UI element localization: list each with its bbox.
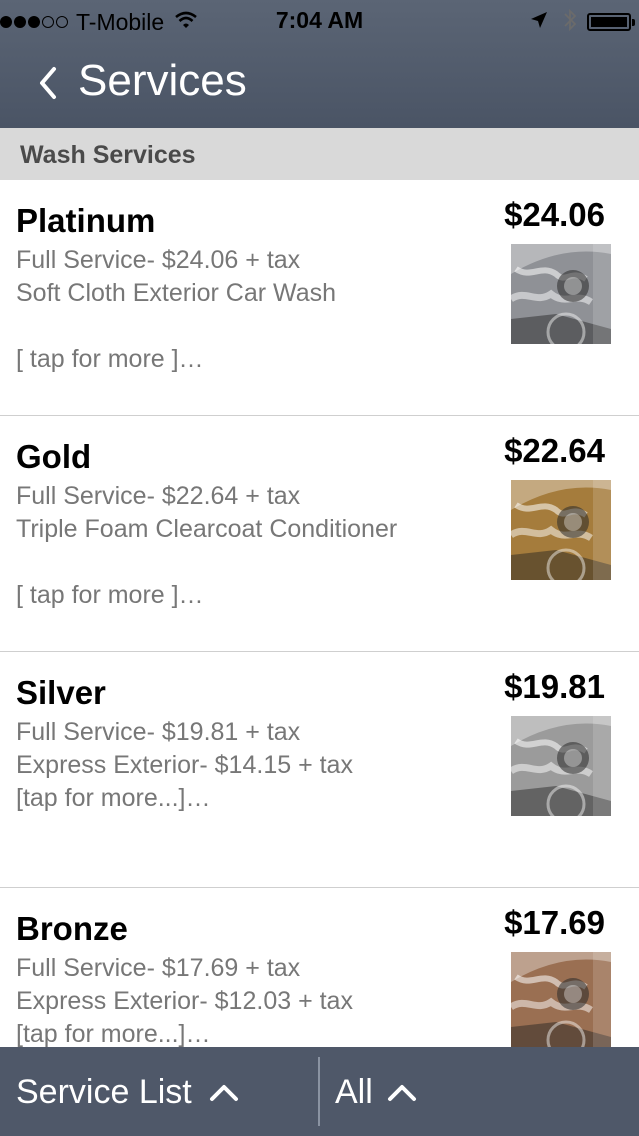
service-thumbnail bbox=[511, 716, 611, 816]
navigation-bar: Services bbox=[0, 42, 639, 128]
battery-icon bbox=[587, 13, 635, 31]
service-price: $17.69 bbox=[504, 904, 605, 941]
service-description-line: Soft Cloth Exterior Car Wash bbox=[16, 279, 337, 307]
service-thumbnail bbox=[511, 244, 611, 344]
service-price: $22.64 bbox=[504, 432, 605, 469]
service-description-line: Full Service- $24.06 + tax bbox=[16, 246, 301, 274]
service-name: Silver bbox=[16, 674, 106, 711]
service-description-line: Triple Foam Clearcoat Conditioner bbox=[16, 515, 398, 543]
back-button[interactable] bbox=[30, 58, 70, 108]
status-bar: T-Mobile 7:04 AM bbox=[0, 0, 639, 42]
chevron-up-icon bbox=[210, 1085, 238, 1101]
service-description-line: Full Service- $19.81 + tax bbox=[16, 718, 301, 746]
location-arrow-icon bbox=[529, 10, 549, 35]
service-name: Platinum bbox=[16, 202, 156, 239]
tap-for-more-link[interactable]: [ tap for more ]… bbox=[16, 345, 204, 374]
chevron-up-icon bbox=[388, 1085, 416, 1101]
bottom-toolbar: Service List All bbox=[0, 1047, 639, 1136]
service-description-line: Full Service- $17.69 + tax bbox=[16, 954, 301, 982]
service-thumbnail bbox=[511, 952, 611, 1052]
service-item-silver[interactable]: Silver $19.81 Full Service- $19.81 + tax… bbox=[0, 652, 639, 888]
service-description-line: Express Exterior- $12.03 + tax bbox=[16, 987, 353, 1015]
service-list-button[interactable]: Service List bbox=[0, 1047, 318, 1136]
tap-for-more-link[interactable]: [tap for more...]… bbox=[16, 1020, 211, 1049]
service-name: Gold bbox=[16, 438, 92, 475]
category-filter-button[interactable]: All bbox=[320, 1047, 639, 1136]
top-bar: T-Mobile 7:04 AM Services bbox=[0, 0, 639, 128]
tap-for-more-link[interactable]: [ tap for more ]… bbox=[16, 581, 204, 610]
chevron-left-icon bbox=[40, 67, 56, 99]
section-title: Wash Services bbox=[20, 141, 196, 169]
service-thumbnail bbox=[511, 480, 611, 580]
service-name: Bronze bbox=[16, 910, 128, 947]
service-item-gold[interactable]: Gold $22.64 Full Service- $22.64 + tax T… bbox=[0, 416, 639, 652]
service-price: $19.81 bbox=[504, 668, 605, 705]
page-title: Services bbox=[78, 56, 247, 105]
service-item-platinum[interactable]: Platinum $24.06 Full Service- $24.06 + t… bbox=[0, 180, 639, 416]
service-description-line: Full Service- $22.64 + tax bbox=[16, 482, 301, 510]
tap-for-more-link[interactable]: [tap for more...]… bbox=[16, 784, 211, 813]
service-description-line: Express Exterior- $14.15 + tax bbox=[16, 751, 353, 779]
bluetooth-icon bbox=[563, 8, 577, 37]
category-filter-label: All bbox=[335, 1073, 373, 1111]
service-price: $24.06 bbox=[504, 196, 605, 233]
service-list-label: Service List bbox=[16, 1073, 192, 1111]
section-header: Wash Services bbox=[0, 128, 639, 180]
